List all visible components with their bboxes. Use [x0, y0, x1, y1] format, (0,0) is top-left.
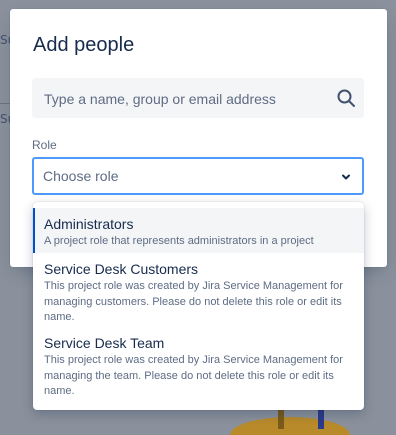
- role-option-service-desk-customers[interactable]: Service Desk Customers This project role…: [33, 253, 364, 324]
- role-label: Role: [32, 138, 57, 152]
- people-search-box[interactable]: [32, 78, 364, 120]
- role-select-value: Choose role: [43, 168, 119, 184]
- option-title: Service Desk Team: [44, 335, 165, 351]
- option-title: Service Desk Customers: [44, 261, 199, 277]
- role-dropdown-menu: Administrators A project role that repre…: [33, 202, 364, 410]
- role-option-administrators[interactable]: Administrators A project role that repre…: [33, 208, 364, 253]
- option-description: This project role was created by Jira Se…: [44, 354, 343, 397]
- option-description: A project role that represents administr…: [44, 235, 314, 247]
- search-icon[interactable]: [336, 88, 356, 108]
- option-title: Administrators: [44, 216, 134, 232]
- option-description: This project role was created by Jira Se…: [44, 280, 343, 323]
- people-search-input[interactable]: [42, 78, 326, 120]
- role-select[interactable]: Choose role: [32, 157, 364, 195]
- role-option-service-desk-team[interactable]: Service Desk Team This project role was …: [33, 328, 364, 404]
- dialog-title: Add people: [33, 34, 135, 56]
- chevron-down-icon[interactable]: [340, 171, 352, 183]
